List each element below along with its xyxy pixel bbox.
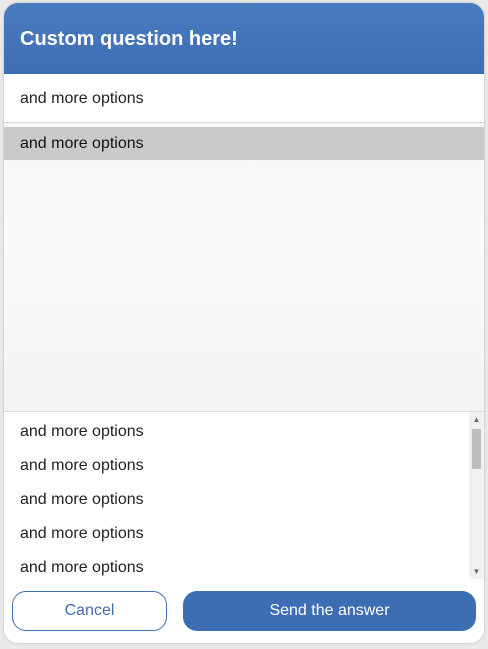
options-list: and more options and more options and mo… (4, 412, 484, 579)
select-current-value-label: and more options (20, 90, 144, 107)
list-item-label: and more options (20, 423, 144, 440)
scroll-down-arrow-icon[interactable]: ▼ (469, 564, 484, 579)
send-answer-button[interactable]: Send the answer (183, 591, 476, 631)
list-item-label: and more options (20, 525, 144, 542)
dialog-title: Custom question here! (20, 28, 238, 50)
list-item[interactable]: and more options (4, 446, 469, 480)
dialog-header: Custom question here! (4, 3, 484, 74)
question-dialog: Custom question here! and more options a… (4, 3, 484, 643)
list-item[interactable]: and more options (4, 514, 469, 548)
highlighted-option[interactable]: and more options (4, 127, 484, 160)
list-item-label: and more options (20, 559, 144, 576)
cancel-button[interactable]: Cancel (12, 591, 167, 631)
select-current-value[interactable]: and more options (4, 74, 484, 123)
highlighted-option-label: and more options (20, 135, 144, 152)
list-item-label: and more options (20, 491, 144, 508)
dialog-footer: Cancel Send the answer (4, 579, 484, 643)
list-item[interactable]: and more options (4, 480, 469, 514)
list-item[interactable]: and more options (4, 412, 469, 446)
list-item[interactable]: and more options (4, 548, 469, 579)
list-scrollbar[interactable]: ▲ ▼ (469, 412, 484, 579)
options-dropdown-panel: and more options (4, 123, 484, 412)
scroll-up-arrow-icon[interactable]: ▲ (469, 412, 484, 427)
list-item-label: and more options (20, 457, 144, 474)
scrollbar-thumb[interactable] (472, 429, 481, 469)
